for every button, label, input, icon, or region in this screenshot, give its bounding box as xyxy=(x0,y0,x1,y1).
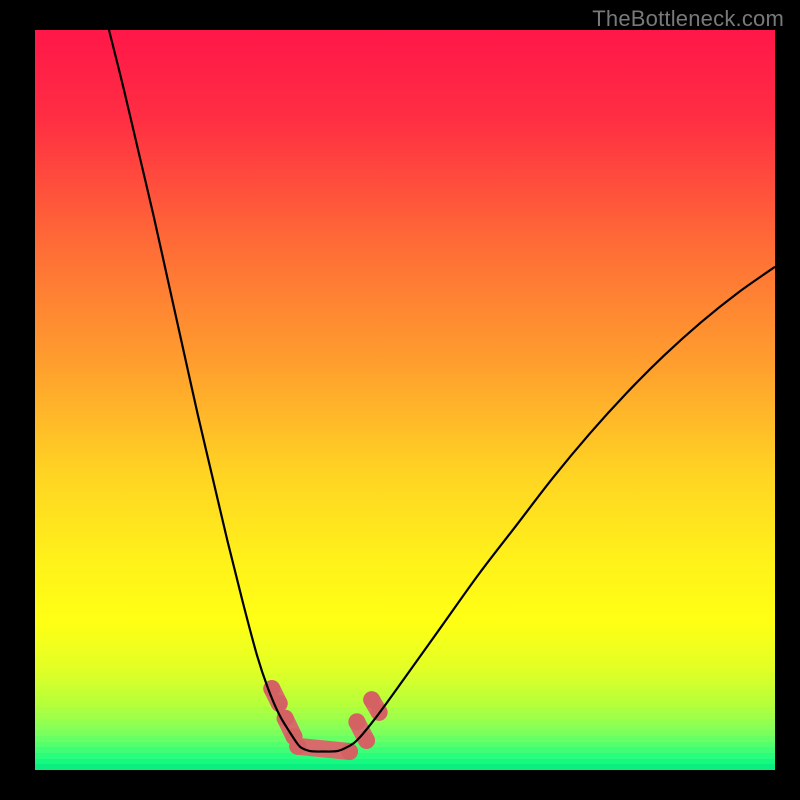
plot-area xyxy=(35,30,775,770)
bottleneck-curve xyxy=(109,30,775,752)
curve-layer xyxy=(35,30,775,770)
chart-frame: TheBottleneck.com xyxy=(0,0,800,800)
watermark-text: TheBottleneck.com xyxy=(592,6,784,32)
